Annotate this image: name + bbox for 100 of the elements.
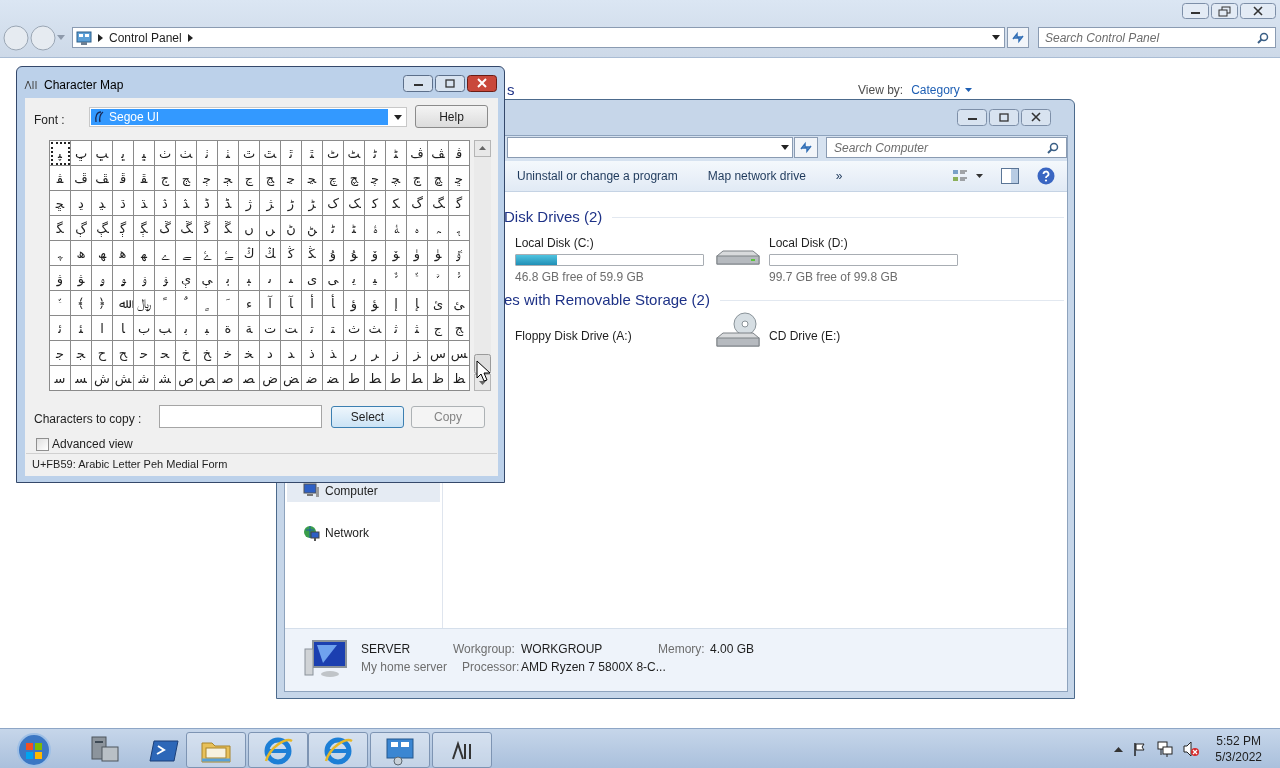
view-options-icon[interactable] <box>953 168 983 184</box>
character-cell[interactable]: ﮛ <box>176 216 197 241</box>
character-cell[interactable]: ﭯ <box>92 166 113 191</box>
taskbar-button[interactable] <box>370 732 430 768</box>
character-cell[interactable]: ﱠ <box>428 266 449 291</box>
character-cell[interactable]: ﺢ <box>113 341 134 366</box>
character-cell[interactable]: ﭴ <box>197 166 218 191</box>
character-cell[interactable]: ﮤ <box>365 216 386 241</box>
character-cell[interactable]: ﺚ <box>365 316 386 341</box>
character-cell[interactable]: ﹰ <box>155 291 176 316</box>
character-cell[interactable]: ﮫ <box>92 241 113 266</box>
character-cell[interactable]: ﭾ <box>407 166 428 191</box>
character-cell[interactable]: ﺥ <box>176 341 197 366</box>
character-cell[interactable]: ﺐ <box>155 316 176 341</box>
character-cell[interactable]: ﻁ <box>344 366 365 391</box>
character-cell[interactable]: ﻅ <box>428 366 449 391</box>
character-cell[interactable]: ﺞ <box>449 316 470 341</box>
taskbar-button[interactable] <box>432 732 492 768</box>
character-cell[interactable]: ﮝ <box>218 216 239 241</box>
character-cell[interactable]: ﮨ <box>449 216 470 241</box>
character-cell[interactable]: ﻂ <box>365 366 386 391</box>
character-cell[interactable]: ﮐ <box>365 191 386 216</box>
character-cell[interactable]: ﭫ <box>428 141 449 166</box>
character-cell[interactable]: ﺺ <box>197 366 218 391</box>
character-cell[interactable]: ﯢ <box>134 266 155 291</box>
character-cell[interactable]: ﮚ <box>155 216 176 241</box>
character-cell[interactable]: ﯠ <box>92 266 113 291</box>
nav-item[interactable]: Network <box>287 522 440 544</box>
character-cell[interactable]: ﺈ <box>407 291 428 316</box>
chevron-up-icon[interactable] <box>1114 745 1124 752</box>
character-cell[interactable]: ﮌ <box>281 191 302 216</box>
close-button[interactable] <box>1240 3 1276 19</box>
character-cell[interactable]: ﭚ <box>71 141 92 166</box>
character-cell[interactable]: ﭥ <box>302 141 323 166</box>
character-cell[interactable]: ﺭ <box>344 341 365 366</box>
character-cell[interactable]: ﴿ <box>92 291 113 316</box>
character-cell[interactable]: ﺰ <box>407 341 428 366</box>
character-cell[interactable]: ﺋ <box>50 316 71 341</box>
character-cell[interactable]: ﺄ <box>323 291 344 316</box>
character-cell[interactable]: ﭹ <box>302 166 323 191</box>
character-cell[interactable]: ﱡ <box>449 266 470 291</box>
drive-name[interactable]: CD Drive (E:) <box>769 327 841 345</box>
breadcrumb-item[interactable]: Control Panel <box>109 28 182 47</box>
advanced-view-checkbox[interactable] <box>36 437 49 451</box>
character-cell[interactable]: ﭛ <box>92 141 113 166</box>
character-cell[interactable]: ﴾ <box>71 291 92 316</box>
character-cell[interactable]: ﮱ <box>218 241 239 266</box>
character-cell[interactable]: ﮣ <box>344 216 365 241</box>
character-cell[interactable]: ﮓ <box>428 191 449 216</box>
character-cell[interactable]: ﮠ <box>281 216 302 241</box>
character-cell[interactable]: ﷼ <box>134 291 155 316</box>
character-cell[interactable]: ﭦ <box>323 141 344 166</box>
character-cell[interactable]: ﮉ <box>218 191 239 216</box>
character-cell[interactable]: ﭧ <box>344 141 365 166</box>
character-cell[interactable]: ﹲ <box>176 291 197 316</box>
character-cell[interactable]: ﭨ <box>365 141 386 166</box>
character-cell[interactable]: ﯩ <box>281 266 302 291</box>
character-cell[interactable]: ﮔ <box>449 191 470 216</box>
character-cell[interactable]: ﮰ <box>197 241 218 266</box>
character-cell[interactable]: ﺑ <box>176 316 197 341</box>
character-cell[interactable]: ﺟ <box>50 341 71 366</box>
character-cell[interactable]: ﺵ <box>92 366 113 391</box>
character-cell[interactable]: ﮄ <box>113 191 134 216</box>
character-cell[interactable]: ﯙ <box>365 241 386 266</box>
character-cell[interactable]: ﹶ <box>218 291 239 316</box>
character-cell[interactable]: ﺸ <box>155 366 176 391</box>
character-cell[interactable]: ﮭ <box>134 241 155 266</box>
character-cell[interactable]: ﭵ <box>218 166 239 191</box>
character-cell[interactable]: ﮞ <box>239 216 260 241</box>
character-cell[interactable]: ﺮ <box>365 341 386 366</box>
close-button[interactable] <box>467 75 497 92</box>
character-cell[interactable]: ﮥ <box>386 216 407 241</box>
character-cell[interactable]: ﮈ <box>197 191 218 216</box>
drive-name[interactable]: Floppy Disk Drive (A:) <box>515 327 632 345</box>
character-cell[interactable]: ﹴ <box>197 291 218 316</box>
advanced-view-label[interactable]: Advanced view <box>52 435 133 453</box>
character-cell[interactable]: ﯨ <box>260 266 281 291</box>
close-button[interactable] <box>1021 109 1051 126</box>
character-cell[interactable]: ﺣ <box>134 341 155 366</box>
character-cell[interactable]: ﮙ <box>134 216 155 241</box>
character-cell[interactable]: ﯣ <box>155 266 176 291</box>
character-cell[interactable]: ﯧ <box>239 266 260 291</box>
character-cell[interactable]: ﯼ <box>302 266 323 291</box>
toolbar-button[interactable]: » <box>835 167 843 185</box>
character-cell[interactable]: ﮮ <box>155 241 176 266</box>
character-cell[interactable]: ﭤ <box>281 141 302 166</box>
character-cell[interactable]: ﯿ <box>365 266 386 291</box>
character-cell[interactable]: ﺤ <box>155 341 176 366</box>
character-cell[interactable]: ﺠ <box>71 341 92 366</box>
toolbar-button[interactable]: Map network drive <box>707 167 806 185</box>
minimize-button[interactable] <box>1182 3 1209 19</box>
refresh-button[interactable] <box>1007 27 1029 48</box>
character-cell[interactable]: ﮩ <box>50 241 71 266</box>
character-cell[interactable]: ﺏ <box>134 316 155 341</box>
character-cell[interactable]: ﯚ <box>386 241 407 266</box>
refresh-button[interactable] <box>794 137 818 158</box>
character-cell[interactable]: ﮗ <box>92 216 113 241</box>
network-icon[interactable] <box>1157 740 1174 757</box>
character-cell[interactable]: ﭪ <box>407 141 428 166</box>
character-cell[interactable]: ﮖ <box>71 216 92 241</box>
